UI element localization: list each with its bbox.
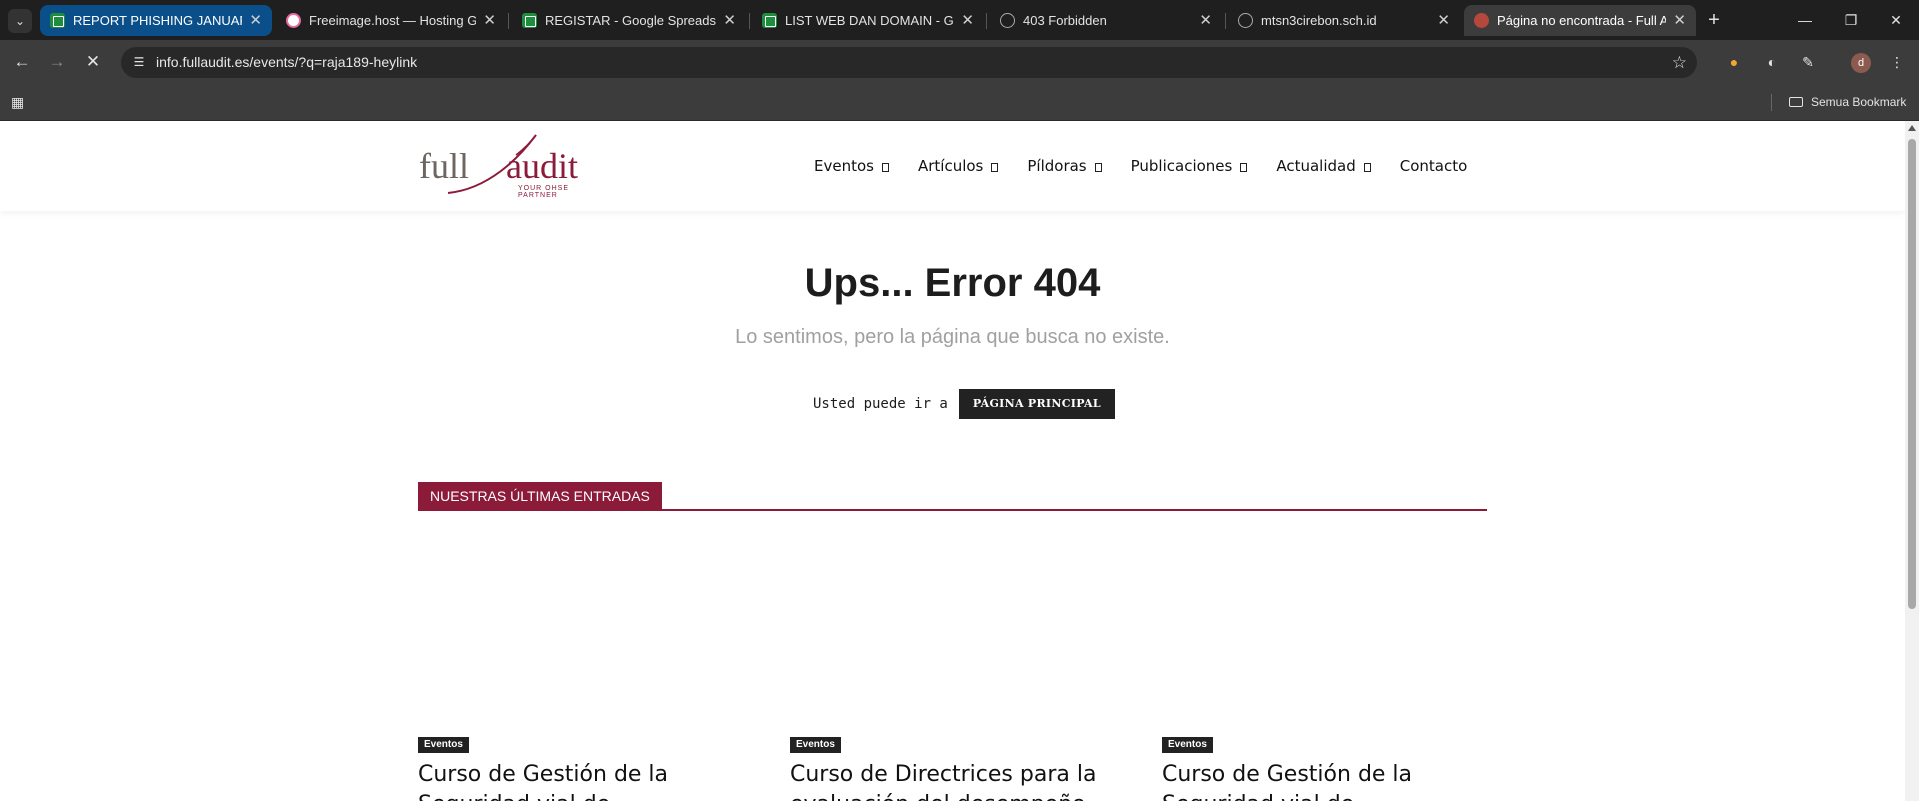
home-link-row: Usted puede ir a PÁGINA PRINCIPAL (813, 389, 1115, 419)
tab-title: mtsn3cirebon.sch.id (1261, 13, 1377, 28)
menu-label: Píldoras (1027, 157, 1087, 175)
tab-title: LIST WEB DAN DOMAIN - Goo (785, 13, 954, 28)
minimize-icon[interactable]: — (1793, 9, 1817, 31)
browser-tab-bar: ⌄ REPORT PHISHING JANUARI 20 ✕ Freeimage… (0, 0, 1919, 40)
browser-menu-kebab-icon[interactable]: ⋮ (1887, 51, 1907, 73)
fullaudit-favicon (1474, 13, 1489, 28)
post-category-badge[interactable]: Eventos (790, 737, 841, 753)
post-title[interactable]: Curso de Gestión de la Seguridad vial de (418, 760, 738, 801)
bookmark-folder-label: Semua Bookmark (1811, 95, 1907, 109)
tab-separator (1225, 13, 1226, 29)
url-text[interactable]: info.fullaudit.es/events/?q=raja189-heyl… (156, 47, 417, 78)
tab-title: Página no encontrada - Full Au (1497, 13, 1666, 28)
error-subtitle: Lo sentimos, pero la página que busca no… (735, 326, 1170, 348)
globe-icon (1000, 13, 1015, 28)
close-tab-icon[interactable]: ✕ (1199, 5, 1212, 36)
logo-word-audit: audit (506, 146, 578, 186)
scrollbar-thumb[interactable] (1908, 139, 1916, 609)
menu-item-publicaciones[interactable]: Publicaciones (1131, 157, 1248, 175)
extensions-puzzle-icon[interactable]: ✎ (1798, 51, 1818, 73)
tab-title: REGISTAR - Google Spreadshee (545, 13, 716, 28)
tab-title: Freeimage.host — Hosting Gam (309, 13, 476, 28)
sheets-icon (522, 13, 537, 28)
dropdown-caret-icon (881, 163, 889, 172)
forward-arrow-icon[interactable]: → (45, 50, 69, 74)
page-scrollbar[interactable] (1905, 121, 1919, 801)
browser-tab-freeimage[interactable]: Freeimage.host — Hosting Gam ✕ (276, 5, 506, 36)
latest-posts-header: NUESTRAS ÚLTIMAS ENTRADAS (418, 482, 1487, 511)
menu-label: Eventos (814, 157, 874, 175)
profile-avatar[interactable]: d (1851, 53, 1871, 73)
bookmark-separator (1771, 94, 1772, 111)
post-title[interactable]: Curso de Directrices para la evaluación … (790, 760, 1110, 801)
site-header: full audit YOUR OHSE PARTNER Eventos Art… (0, 121, 1905, 211)
browser-toolbar: ← → ✕ ☰ info.fullaudit.es/events/?q=raja… (0, 40, 1919, 84)
close-tab-icon[interactable]: ✕ (961, 5, 974, 36)
latest-posts-heading: NUESTRAS ÚLTIMAS ENTRADAS (418, 482, 662, 511)
stop-loading-icon[interactable]: ✕ (81, 50, 105, 74)
tab-separator (986, 13, 987, 29)
browser-tab-403[interactable]: 403 Forbidden ✕ (990, 5, 1222, 36)
freeimage-icon (286, 13, 301, 28)
dropdown-caret-icon (991, 163, 999, 172)
bookmark-star-icon[interactable]: ☆ (1672, 47, 1687, 78)
home-link-label: Usted puede ir a (813, 396, 948, 412)
dropdown-caret-icon (1240, 163, 1248, 172)
back-arrow-icon[interactable]: ← (10, 50, 34, 74)
browser-tab-mtsn3[interactable]: mtsn3cirebon.sch.id ✕ (1228, 5, 1460, 36)
logo-word-full: full (419, 146, 469, 186)
restore-window-icon[interactable]: ❐ (1839, 9, 1863, 31)
browser-tab-list-web[interactable]: LIST WEB DAN DOMAIN - Goo ✕ (752, 5, 984, 36)
tab-separator (508, 13, 509, 29)
address-bar[interactable]: ☰ info.fullaudit.es/events/?q=raja189-he… (121, 47, 1697, 78)
post-title[interactable]: Curso de Gestión de la Seguridad vial de (1162, 760, 1482, 801)
post-category-badge[interactable]: Eventos (1162, 737, 1213, 753)
menu-label: Publicaciones (1130, 157, 1233, 175)
tab-separator (749, 13, 750, 29)
close-tab-icon[interactable]: ✕ (723, 5, 736, 36)
menu-item-articulos[interactable]: Artículos (917, 157, 999, 175)
browser-tab-fullaudit[interactable]: Página no encontrada - Full Au ✕ (1464, 5, 1696, 36)
extension-gauge-icon[interactable]: ◐ (1762, 51, 1782, 73)
menu-item-pildoras[interactable]: Píldoras (1027, 157, 1102, 175)
close-window-icon[interactable]: ✕ (1884, 9, 1908, 31)
new-tab-plus-icon[interactable]: + (1702, 8, 1726, 32)
menu-item-eventos[interactable]: Eventos (814, 157, 889, 175)
menu-label: Artículos (917, 157, 984, 175)
fullaudit-logo[interactable]: full audit YOUR OHSE PARTNER (418, 129, 608, 201)
main-menu: Eventos Artículos Píldoras Publicaciones… (814, 121, 1467, 211)
tab-title: REPORT PHISHING JANUARI 20 (73, 13, 242, 28)
apps-grid-icon[interactable]: ▦ (11, 94, 27, 110)
browser-tab-registar[interactable]: REGISTAR - Google Spreadshee ✕ (512, 5, 746, 36)
tab-title: 403 Forbidden (1023, 13, 1107, 28)
home-page-button[interactable]: PÁGINA PRINCIPAL (958, 389, 1115, 419)
sheets-icon (762, 13, 777, 28)
sheets-icon (50, 13, 65, 28)
menu-label: Contacto (1399, 157, 1468, 175)
extension-person-icon[interactable]: ● (1724, 51, 1744, 73)
bookmarks-bar: ▦ Semua Bookmark (0, 84, 1919, 121)
menu-item-actualidad[interactable]: Actualidad (1276, 157, 1371, 175)
close-tab-icon[interactable]: ✕ (249, 5, 262, 36)
tab-search-chevron-icon[interactable]: ⌄ (8, 9, 32, 33)
error-title: Ups... Error 404 (804, 261, 1101, 305)
close-tab-icon[interactable]: ✕ (1437, 5, 1450, 36)
dropdown-caret-icon (1094, 163, 1102, 172)
post-category-badge[interactable]: Eventos (418, 737, 469, 753)
browser-tab-report-phishing[interactable]: REPORT PHISHING JANUARI 20 ✕ (40, 5, 272, 36)
page-viewport: full audit YOUR OHSE PARTNER Eventos Art… (0, 121, 1905, 801)
site-info-icon[interactable]: ☰ (131, 55, 147, 70)
scroll-up-arrow-icon[interactable] (1908, 125, 1916, 131)
folder-icon (1789, 97, 1803, 107)
dropdown-caret-icon (1363, 163, 1371, 172)
menu-item-contacto[interactable]: Contacto (1400, 157, 1468, 175)
close-tab-icon[interactable]: ✕ (483, 5, 496, 36)
close-tab-icon[interactable]: ✕ (1673, 5, 1686, 36)
logo-tagline: YOUR OHSE PARTNER (518, 185, 570, 199)
globe-icon (1238, 13, 1253, 28)
all-bookmarks-folder[interactable]: Semua Bookmark (1789, 84, 1906, 121)
menu-label: Actualidad (1276, 157, 1356, 175)
